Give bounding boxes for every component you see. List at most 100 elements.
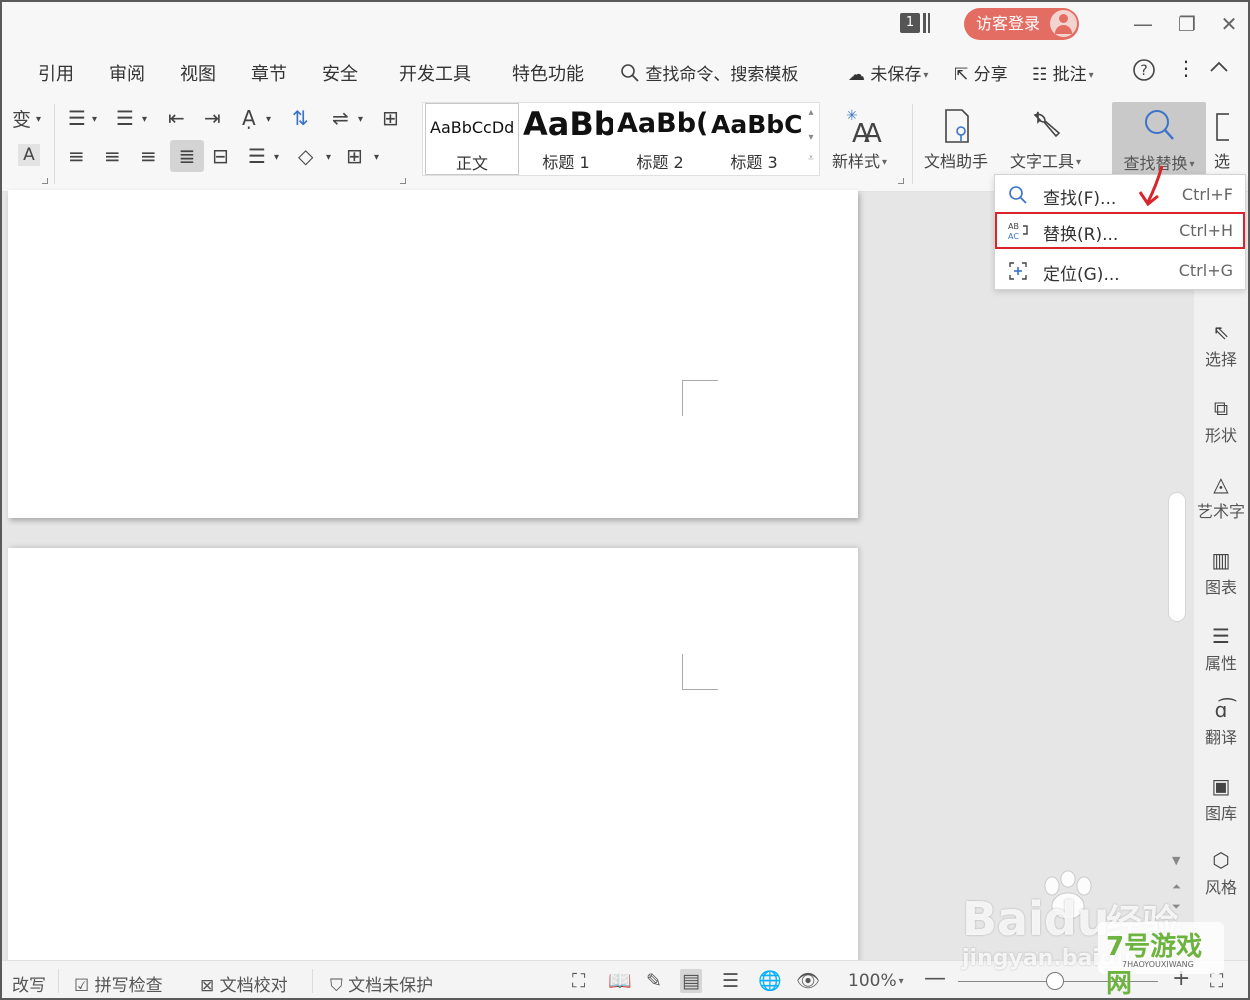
align-left-icon[interactable]: ≡ [68, 144, 85, 168]
doc-proof-label: 文档校对 [219, 976, 288, 996]
decrease-indent-icon[interactable]: ⇤ [168, 106, 185, 130]
shading-icon[interactable]: ◇ [298, 144, 313, 168]
new-style-button[interactable]: ✳ A A 新样式 ▾ [832, 104, 887, 172]
scroll-down-icon[interactable]: ▼ [1172, 854, 1180, 867]
side-chart-button[interactable]: ▥ 图表 [1194, 548, 1248, 598]
distribute-align-icon[interactable]: ⊟ [212, 144, 229, 168]
page-up-icon[interactable]: ⏶ [1172, 880, 1181, 894]
align-center-icon[interactable]: ≡ [104, 144, 121, 168]
side-properties-button[interactable]: ☰ 属性 [1194, 624, 1248, 674]
border-icon[interactable]: ⊞ [346, 144, 363, 168]
shield-icon: ⛉ [330, 976, 343, 996]
paragraph-spacing-icon[interactable]: ☰ [248, 144, 266, 168]
collapse-ribbon-button[interactable] [1208, 56, 1230, 83]
align-right-icon[interactable]: ≡ [140, 144, 157, 168]
share-label: 分享 [973, 65, 1008, 85]
select-button-partial[interactable]: 选 [1214, 104, 1232, 172]
window-count-bar-2 [928, 13, 930, 33]
text-tools-button[interactable]: 文字工具 ▾ [1010, 104, 1081, 172]
menu-item-replace[interactable]: AB AC 替换(R)... Ctrl+H [995, 212, 1245, 249]
table-icon[interactable]: ⊞ [382, 106, 399, 130]
document-page-1[interactable] [8, 190, 858, 518]
app-window: 1 访客登录 — ❐ ✕ 引用 审阅 视图 章节 安全 开发工具 特色功能 查找… [0, 0, 1250, 1000]
spell-check-button[interactable]: ☑ 拼写检查 [74, 971, 163, 996]
unsaved-status[interactable]: ☁ 未保存 ▾ [848, 60, 928, 85]
line-spacing-icon[interactable]: ⇌ [332, 106, 349, 130]
chevron-down-icon: ▾ [36, 114, 42, 125]
side-select-button[interactable]: ⇖ 选择 [1194, 320, 1248, 370]
doc-proof-button[interactable]: ⊠ 文档校对 [200, 971, 288, 996]
command-search[interactable]: 查找命令、搜索模板 [620, 60, 798, 85]
char-shading-button[interactable]: A [18, 144, 40, 166]
align-justify-icon[interactable]: ≣ [170, 140, 204, 172]
font-dialog-launcher-icon[interactable] [42, 178, 48, 184]
style-sample-heading-3: AaBbC [711, 110, 801, 139]
chinese-layout-icon[interactable]: Ạ [242, 106, 256, 130]
tab-review[interactable]: 审阅 [109, 60, 145, 86]
menu-item-find[interactable]: 查找(F)... Ctrl+F [995, 176, 1245, 213]
style-heading-1[interactable]: AaBb 标题 1 [519, 103, 613, 175]
increase-indent-icon[interactable]: ⇥ [204, 106, 221, 130]
page-view-icon[interactable]: ▤ [680, 969, 702, 993]
side-style-button[interactable]: ⬡ 风格 [1194, 848, 1248, 898]
edit-mode-icon[interactable]: ✎ [646, 969, 662, 993]
chevron-down-icon: ▾ [274, 152, 280, 163]
doc-assistant-icon [924, 104, 988, 148]
tab-chapter[interactable]: 章节 [251, 60, 287, 86]
side-wordart-button[interactable]: ◬ 艺术字 [1194, 472, 1248, 522]
side-shape-button[interactable]: ⧉ 形状 [1194, 396, 1248, 446]
avatar-icon[interactable] [1050, 10, 1077, 37]
eye-protection-icon[interactable]: 👁 [796, 969, 820, 993]
style-heading-2[interactable]: AaBb( 标题 2 [613, 103, 707, 175]
style-heading-3[interactable]: AaBbC 标题 3 [707, 103, 801, 175]
window-count-badge[interactable]: 1 [900, 13, 920, 33]
chevron-down-icon: ▾ [142, 114, 148, 125]
document-canvas[interactable]: ▼ ⏶ ⏷ [2, 190, 1248, 968]
doc-assistant-button[interactable]: 文档助手 [924, 104, 988, 172]
chevron-down-icon: ▾ [266, 114, 272, 125]
share-button[interactable]: ⇱ 分享 [954, 60, 1008, 85]
numbered-list-icon[interactable]: ☰ [116, 106, 134, 130]
minimize-button[interactable]: — [1128, 10, 1158, 38]
menu-item-locate[interactable]: 定位(G)... Ctrl+G [995, 252, 1245, 289]
read-mode-icon[interactable]: 📖 [608, 969, 632, 993]
paragraph-dialog-launcher-icon[interactable] [400, 178, 406, 184]
doc-protect-label: 文档未保护 [348, 976, 434, 996]
menu-item-replace-label: 替换(R)... [1043, 225, 1119, 245]
document-page-2[interactable] [8, 548, 858, 968]
style-normal[interactable]: AaBbCcDd 正文 [425, 103, 519, 175]
tab-view[interactable]: 视图 [180, 60, 216, 86]
tab-security[interactable]: 安全 [322, 60, 358, 86]
chevron-down-icon: ▾ [92, 114, 98, 125]
zoom-slider-handle[interactable] [1046, 972, 1064, 990]
help-button[interactable]: ? [1132, 58, 1156, 87]
comment-button[interactable]: ☷ 批注 ▾ [1032, 60, 1094, 85]
side-gallery-button[interactable]: ▣ 图库 [1194, 774, 1248, 824]
restore-button[interactable]: ❐ [1172, 10, 1202, 38]
tab-references[interactable]: 引用 [38, 60, 74, 86]
translate-icon: ɑ͡ [1214, 698, 1228, 722]
sort-icon[interactable]: ⇅ [292, 106, 309, 130]
web-view-icon[interactable]: 🌐 [758, 969, 782, 993]
bullet-list-icon[interactable]: ☰ [68, 106, 86, 130]
zoom-out-button[interactable]: — [924, 967, 946, 991]
fullscreen-icon[interactable]: ⛶ [572, 969, 585, 993]
style-dialog-launcher-icon[interactable] [898, 178, 904, 184]
menu-item-find-label: 查找(F)... [1043, 189, 1117, 209]
svg-text:?: ? [1140, 63, 1147, 79]
close-button[interactable]: ✕ [1214, 10, 1244, 38]
chevron-down-icon: ▾ [374, 152, 380, 163]
chevron-down-icon: ▾ [1088, 69, 1094, 81]
chevron-down-icon: ▾ [1189, 159, 1195, 170]
style-gallery-scroll[interactable]: ▴ ▾ ⩡ [803, 103, 819, 175]
ribbon-partial-left[interactable]: 变 [12, 108, 31, 132]
side-translate-button[interactable]: ɑ͡ 翻译 [1194, 698, 1248, 748]
vertical-scrollbar[interactable] [1168, 492, 1186, 622]
doc-protect-button[interactable]: ⛉ 文档未保护 [330, 971, 433, 996]
zoom-level-dropdown[interactable]: 100% ▾ [848, 971, 904, 991]
outline-view-icon[interactable]: ☰ [722, 969, 739, 993]
tab-developer[interactable]: 开发工具 [399, 60, 471, 86]
more-options-button[interactable]: ⋮ [1176, 56, 1196, 80]
overtype-toggle[interactable]: 改写 [12, 971, 46, 996]
tab-features[interactable]: 特色功能 [512, 60, 584, 86]
